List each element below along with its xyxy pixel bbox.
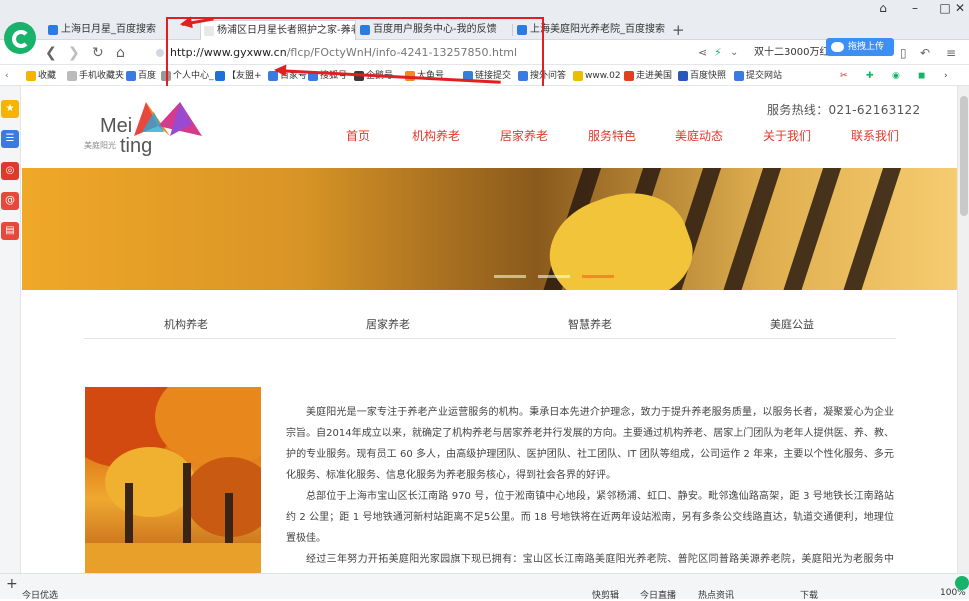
drag-upload-label: 拖拽上传 (848, 42, 885, 52)
nav-service-features[interactable]: 服务特色 (588, 127, 636, 144)
bookmark-usa[interactable]: 走进美国 (624, 69, 672, 83)
more-icon[interactable]: › (944, 69, 948, 83)
baidu-paw-icon (126, 71, 136, 81)
scrollbar[interactable] (957, 86, 969, 573)
pin-icon[interactable]: ⌂ (868, 0, 898, 18)
scrollbar-thumb[interactable] (960, 96, 968, 216)
new-tab-button[interactable]: + (672, 20, 685, 40)
bookmark-label: www.02 (585, 71, 621, 81)
status-hot-news[interactable]: 热点资讯 (698, 588, 734, 601)
reader-list-icon[interactable]: ☰ (1, 130, 19, 148)
smile-icon (573, 71, 583, 81)
foliage (105, 447, 195, 517)
nav-home-care[interactable]: 居家养老 (500, 127, 548, 144)
status-download[interactable]: 下载 (800, 588, 818, 601)
add-icon[interactable]: + (6, 576, 18, 592)
side-panel: ★ ☰ ◎ @ ▤ (0, 86, 21, 573)
snapshot-icon (678, 71, 688, 81)
speed-icon[interactable]: ⚡ (714, 44, 722, 62)
share-icon[interactable]: ⋖ (698, 44, 707, 62)
nav-news[interactable]: 美庭动态 (675, 127, 723, 144)
bookmark-mobile[interactable]: 手机收藏夹 (67, 69, 124, 83)
shield-icon[interactable]: ◉ (892, 69, 900, 83)
bookmark-favorites[interactable]: 收藏 (26, 69, 56, 83)
forward-icon[interactable]: ❯ (68, 44, 80, 62)
banner-slat (714, 168, 788, 290)
bookmark-scroll-left[interactable]: ‹ (5, 69, 9, 83)
game-center-icon[interactable]: ▤ (1, 222, 19, 240)
status-bar: + 今日优选 快剪辑 今日直播 热点资讯 下载 100% (0, 573, 969, 601)
autumn-trees-photo (85, 387, 261, 573)
subnav-smart-care[interactable]: 智慧养老 (568, 316, 612, 332)
game-icon[interactable]: ◼ (918, 69, 925, 83)
bookmark-label: 走进美国 (636, 71, 673, 81)
star-icon (26, 71, 36, 81)
hero-banner (22, 168, 957, 290)
email-icon[interactable]: @ (1, 192, 19, 210)
bookmark-label: 提交网站 (746, 71, 783, 81)
browser-logo-icon[interactable] (4, 22, 36, 54)
tab-label: 上海美庭阳光养老院_百度搜索 (530, 24, 665, 35)
back-icon[interactable]: ❮ (45, 44, 57, 62)
carousel-dot-active[interactable] (582, 275, 614, 278)
weibo-icon[interactable]: ◎ (1, 162, 19, 180)
about-text: 美庭阳光是一家专注于养老产业运营服务的机构。秉承日本先进介护理念，致力于提升养老… (286, 402, 894, 573)
nav-contact-us[interactable]: 联系我们 (851, 127, 899, 144)
favorites-star-icon[interactable]: ★ (1, 100, 19, 118)
cloud-icon (831, 42, 844, 52)
carousel-dot[interactable] (494, 275, 526, 278)
leaf-covered-ground (85, 543, 261, 573)
bookmark-baidu-snapshot[interactable]: 百度快照 (678, 69, 726, 83)
status-left-label: 今日优选 (22, 591, 59, 601)
subnav-home-care[interactable]: 居家养老 (366, 316, 410, 332)
foliage (185, 457, 261, 537)
speed-badge-icon[interactable] (955, 576, 969, 590)
status-live[interactable]: 今日直播 (640, 588, 676, 601)
chevron-down-icon[interactable]: ⌄ (730, 44, 738, 62)
logo-text-ting: ting (120, 135, 153, 157)
paragraph: 总部位于上海市宝山区长江南路 970 号，位于淞南镇中心地段，紧邻杨浦、虹口、静… (286, 491, 894, 544)
plus-icon[interactable]: ✚ (866, 69, 874, 83)
bookmark-label: 手机收藏夹 (79, 71, 125, 81)
service-hotline: 服务热线：021-62163122 (767, 103, 921, 117)
cut-icon[interactable]: ✂ (840, 69, 848, 83)
s-icon (734, 71, 744, 81)
subnav-divider (84, 338, 896, 339)
bookmark-www02[interactable]: www.02 (573, 69, 621, 83)
carousel-dot[interactable] (538, 275, 570, 278)
bookmark-label: 百度 (138, 71, 157, 81)
minimize-button[interactable]: – (900, 0, 930, 18)
undo-icon[interactable]: ↶ (920, 44, 930, 62)
close-window-button[interactable]: ✕ (945, 0, 969, 18)
status-quick-clip[interactable]: 快剪辑 (592, 588, 619, 601)
folder-icon (67, 71, 77, 81)
bookmark-submit-site[interactable]: 提交网站 (734, 69, 782, 83)
nav-about-us[interactable]: 关于我们 (763, 127, 811, 144)
banner-slat (774, 168, 848, 290)
paragraph: 经过三年努力开拓美庭阳光家园旗下现已拥有：宝山区长江南路美庭阳光养老院、普陀区同… (306, 554, 894, 565)
paragraph: 美庭阳光是一家专注于养老产业运营服务的机构。秉承日本先进介护理念，致力于提升养老… (286, 407, 894, 481)
home-icon[interactable]: ⌂ (116, 44, 125, 62)
tab-label: 上海日月星_百度搜索 (61, 24, 156, 35)
site-info-icon[interactable] (156, 49, 164, 57)
banner-slat (834, 168, 908, 290)
flag-icon (624, 71, 634, 81)
subnav-institutional-care[interactable]: 机构养老 (164, 316, 208, 332)
logo-cn-text: 美庭阳光 (84, 141, 116, 150)
nav-home[interactable]: 首页 (346, 127, 370, 144)
baidu-paw-icon (48, 25, 58, 35)
subnav-charity[interactable]: 美庭公益 (770, 316, 814, 332)
bookmark-label: 收藏 (38, 71, 57, 81)
menu-icon[interactable]: ≡ (946, 44, 956, 62)
reload-icon[interactable]: ↻ (92, 44, 104, 62)
mobile-icon[interactable]: ▯ (900, 44, 907, 62)
bookmark-label: 百度快照 (690, 71, 727, 81)
banner-leaf-image (535, 175, 705, 290)
nav-institutional-care[interactable]: 机构养老 (412, 127, 460, 144)
bookmark-baidu[interactable]: 百度 (126, 69, 156, 83)
web-page: 服务热线：021-62163122 Mei ting 美庭阳光 首页 机构养老 … (22, 86, 957, 573)
drag-upload-button[interactable]: 拖拽上传 (826, 38, 894, 56)
